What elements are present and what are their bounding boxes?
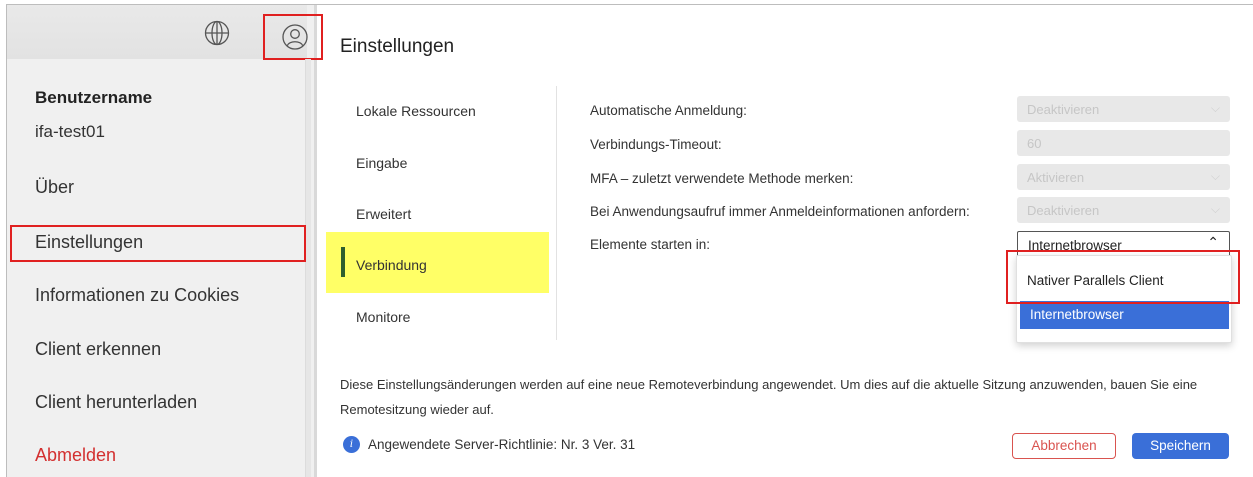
save-button[interactable]: Speichern <box>1132 433 1229 459</box>
chevron-down-icon: ⌵ <box>1210 101 1220 115</box>
mfa-remember-select: Aktivieren ⌵ <box>1017 164 1230 190</box>
native-client-highlight <box>1006 250 1240 304</box>
sidebar-item-cookies[interactable]: Informationen zu Cookies <box>35 285 239 306</box>
tab-local-resources[interactable]: Lokale Ressourcen <box>356 103 476 119</box>
sidebar-header <box>7 5 307 59</box>
mfa-remember-value: Aktivieren <box>1027 170 1085 185</box>
info-icon: i <box>343 436 360 453</box>
server-policy-row: i Angewendete Server-Richtlinie: Nr. 3 V… <box>343 436 635 453</box>
sidebar: Benutzername ifa-test01 Über Einstellung… <box>7 5 323 477</box>
auto-login-value: Deaktivieren <box>1027 102 1100 117</box>
cancel-button[interactable]: Abbrechen <box>1012 433 1116 459</box>
sidebar-item-detect-client[interactable]: Client erkennen <box>35 339 161 360</box>
user-menu-highlight <box>263 14 323 60</box>
sidebar-item-logout[interactable]: Abmelden <box>35 445 116 466</box>
info-message: Diese Einstellungsänderungen werden auf … <box>340 377 1198 417</box>
tabs-divider <box>556 86 557 340</box>
auto-login-label: Automatische Anmeldung: <box>590 103 747 118</box>
globe-icon[interactable] <box>203 19 231 47</box>
sidebar-item-download-client[interactable]: Client herunterladen <box>35 392 197 413</box>
sidebar-scrollbar[interactable] <box>305 59 311 477</box>
launch-items-in-label: Elemente starten in: <box>590 237 711 252</box>
connection-timeout-input: 60 <box>1017 130 1230 156</box>
auto-login-select: Deaktivieren ⌵ <box>1017 96 1230 122</box>
chevron-up-icon: ⌃ <box>1207 234 1219 250</box>
chevron-down-icon: ⌵ <box>1210 169 1220 183</box>
tab-connection[interactable]: Verbindung <box>356 257 427 273</box>
tab-active-indicator <box>341 247 345 277</box>
page-title: Einstellungen <box>340 36 455 57</box>
sidebar-item-settings[interactable]: Einstellungen <box>35 232 143 253</box>
always-request-credentials-value: Deaktivieren <box>1027 203 1100 218</box>
username-value: ifa-test01 <box>35 122 105 141</box>
server-policy-text: Angewendete Server-Richtlinie: Nr. 3 Ver… <box>368 437 636 452</box>
user-icon[interactable] <box>281 23 309 51</box>
connection-timeout-label: Verbindungs-Timeout: <box>590 137 722 152</box>
tab-advanced[interactable]: Erweitert <box>356 206 411 222</box>
tab-monitors[interactable]: Monitore <box>356 309 410 325</box>
username-label: Benutzername <box>35 88 153 107</box>
always-request-credentials-select: Deaktivieren ⌵ <box>1017 197 1230 223</box>
mfa-remember-label: MFA – zuletzt verwendete Methode merken: <box>590 171 854 186</box>
dropdown-option-browser[interactable]: Internetbrowser <box>1020 301 1229 329</box>
always-request-credentials-label: Bei Anwendungsaufruf immer Anmeldeinform… <box>590 204 970 219</box>
sidebar-item-about[interactable]: Über <box>35 177 74 198</box>
chevron-down-icon: ⌵ <box>1210 202 1220 216</box>
connection-timeout-value: 60 <box>1027 136 1042 151</box>
tab-input[interactable]: Eingabe <box>356 155 407 171</box>
